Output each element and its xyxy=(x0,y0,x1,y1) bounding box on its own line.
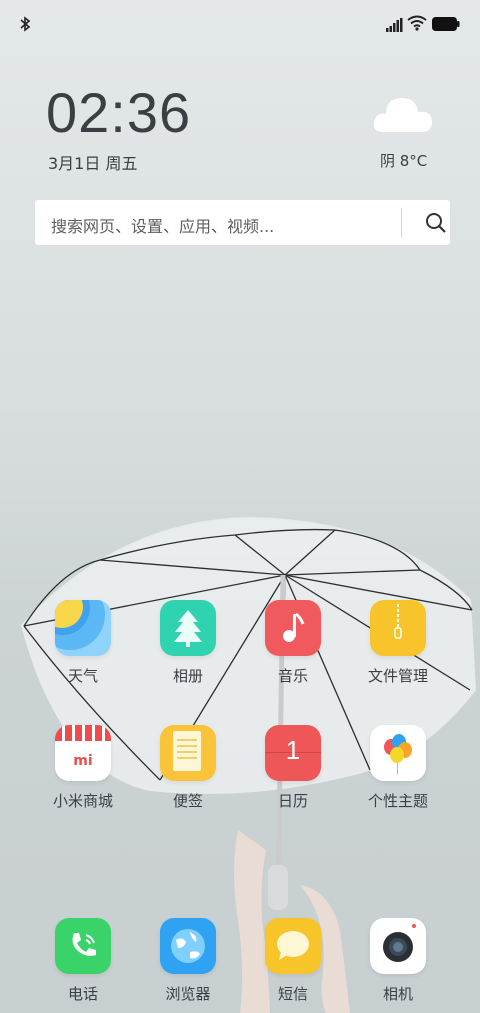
notes-app-icon[interactable] xyxy=(160,725,216,781)
app-calendar[interactable]: 1 日历 xyxy=(243,725,343,811)
mi-store-app-icon[interactable]: mi xyxy=(55,725,111,781)
app-mi-store[interactable]: mi 小米商城 xyxy=(33,725,133,811)
status-bar xyxy=(0,0,480,50)
app-label: 个性主题 xyxy=(367,792,428,810)
app-label: 浏览器 xyxy=(165,985,211,1003)
app-label: 小米商城 xyxy=(52,792,113,810)
app-label: 相机 xyxy=(382,985,413,1003)
dock-camera[interactable]: 相机 xyxy=(348,918,448,1004)
browser-app-icon[interactable] xyxy=(160,918,216,974)
app-weather[interactable]: 天气 xyxy=(33,600,133,686)
calendar-day: 1 xyxy=(285,735,301,765)
wifi-icon xyxy=(407,15,427,31)
search-divider xyxy=(401,208,402,238)
app-label: 电话 xyxy=(67,985,98,1003)
app-label: 文件管理 xyxy=(367,667,428,685)
dock-messages[interactable]: 短信 xyxy=(243,918,343,1004)
app-themes[interactable]: 个性主题 xyxy=(348,725,448,811)
search-bar[interactable]: 搜索网页、设置、应用、视频... xyxy=(35,200,450,245)
music-app-icon[interactable] xyxy=(265,600,321,656)
dock-phone[interactable]: 电话 xyxy=(33,918,133,1004)
app-label: 天气 xyxy=(67,667,98,685)
signal-icon xyxy=(386,18,403,32)
search-placeholder[interactable]: 搜索网页、设置、应用、视频... xyxy=(51,213,274,237)
camera-app-icon[interactable] xyxy=(370,918,426,974)
app-music[interactable]: 音乐 xyxy=(243,600,343,686)
app-label: 音乐 xyxy=(277,667,308,685)
dock-browser[interactable]: 浏览器 xyxy=(138,918,238,1004)
clock-date[interactable]: 3月1日 周五 xyxy=(48,150,137,174)
file-manager-app-icon[interactable] xyxy=(370,600,426,656)
battery-icon xyxy=(432,17,460,31)
messages-app-icon[interactable] xyxy=(265,918,321,974)
bluetooth-icon xyxy=(20,16,31,32)
search-icon[interactable] xyxy=(425,212,447,234)
app-label: 短信 xyxy=(277,985,308,1003)
themes-app-icon[interactable] xyxy=(370,725,426,781)
weather-text[interactable]: 阴 8°C xyxy=(380,150,427,171)
app-label: 便签 xyxy=(172,792,203,810)
app-file-manager[interactable]: 文件管理 xyxy=(348,600,448,686)
cloud-icon[interactable] xyxy=(372,92,434,136)
gallery-app-icon[interactable] xyxy=(160,600,216,656)
calendar-app-icon[interactable]: 1 xyxy=(265,725,321,781)
clock-time[interactable]: 02:36 xyxy=(46,80,191,145)
app-label: 日历 xyxy=(277,792,308,810)
app-label: 相册 xyxy=(172,667,203,685)
weather-app-icon[interactable] xyxy=(55,600,111,656)
phone-app-icon[interactable] xyxy=(55,918,111,974)
app-notes[interactable]: 便签 xyxy=(138,725,238,811)
app-gallery[interactable]: 相册 xyxy=(138,600,238,686)
